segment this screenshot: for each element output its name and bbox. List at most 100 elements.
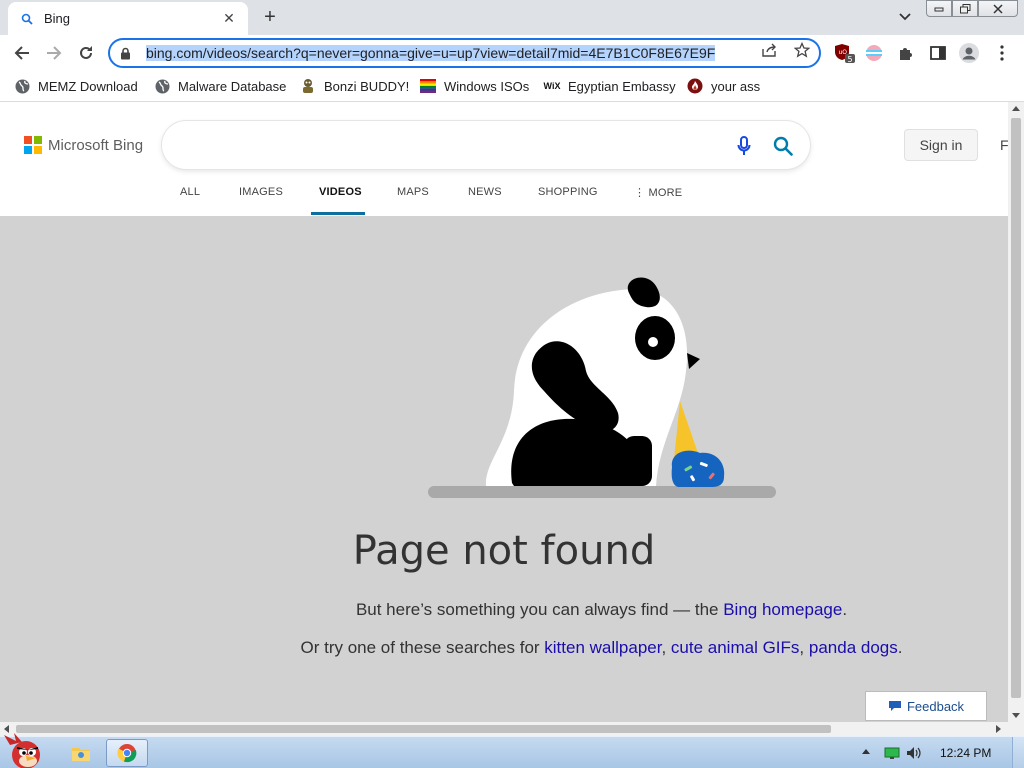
tab-images[interactable]: IMAGES (239, 186, 283, 198)
tab-all[interactable]: ALL (180, 186, 200, 198)
scroll-right-arrow-icon[interactable] (996, 725, 1001, 733)
bookmark-bonzi-buddy[interactable]: Bonzi BUDDY! (300, 76, 409, 96)
browser-menu-icon[interactable] (991, 42, 1013, 64)
feedback-speech-icon (888, 701, 901, 711)
homepage-suggestion-text: But here’s something you can always find… (355, 600, 724, 619)
rainbow-flag-icon (420, 78, 436, 94)
bing-favicon-icon (20, 12, 34, 26)
bookmarks-bar: MEMZ Download Malware Database Bonzi BUD… (0, 71, 1024, 102)
vertical-scrollbar[interactable] (1008, 102, 1024, 722)
sad-panda-illustration (428, 277, 776, 498)
address-url-text: bing.com/videos/search?q=never=gonna=giv… (146, 45, 716, 61)
bookmark-label: Egyptian Embassy (568, 78, 676, 94)
scope-tabs: ALL IMAGES VIDEOS MAPS NEWS SHOPPING ⋮ M… (0, 180, 1008, 216)
vertical-scroll-thumb[interactable] (1011, 118, 1021, 698)
window-restore-button[interactable] (952, 0, 978, 17)
bookmark-label: your ass (711, 78, 761, 94)
bing-homepage-link[interactable]: Bing homepage (723, 600, 842, 619)
bing-logo[interactable]: Microsoft Bing (24, 136, 143, 154)
scroll-up-arrow-icon[interactable] (1012, 106, 1020, 111)
bookmark-windows-isos[interactable]: Windows ISOs (420, 76, 529, 96)
lock-icon[interactable] (120, 47, 134, 60)
tab-more-label: MORE (648, 187, 683, 199)
web-page: Microsoft Bing Sign in F ALL IMAGES VIDE… (0, 102, 1008, 722)
tab-news[interactable]: NEWS (468, 186, 502, 198)
tab-search-chevron-icon[interactable] (894, 8, 916, 26)
tray-expand-arrow-icon[interactable] (862, 749, 870, 754)
volume-tray-icon[interactable] (906, 746, 922, 760)
window-minimize-button[interactable] (926, 0, 952, 17)
logo-text: Microsoft Bing (48, 136, 144, 154)
bookmark-label: Bonzi BUDDY! (324, 78, 410, 94)
sign-in-button[interactable]: Sign in (904, 129, 978, 161)
search-input[interactable] (162, 121, 810, 169)
network-tray-icon[interactable] (884, 746, 900, 760)
tab-videos[interactable]: VIDEOS (319, 186, 362, 198)
new-tab-button[interactable]: + (258, 6, 282, 30)
suggestion-link-cute-animal-gifs[interactable]: cute animal GIFs (671, 638, 800, 657)
tab-title: Bing (44, 11, 71, 26)
suggestion-link-kitten-wallpaper[interactable]: kitten wallpaper (544, 638, 661, 657)
back-arrow-icon[interactable] (10, 41, 34, 65)
search-icon[interactable] (772, 135, 794, 157)
active-tab-indicator (311, 212, 365, 215)
pride-extension-icon[interactable] (863, 42, 885, 64)
address-bar[interactable]: bing.com/videos/search?q=never=gonna=giv… (108, 38, 821, 68)
bookmark-star-icon[interactable] (792, 40, 812, 60)
microphone-icon[interactable] (734, 135, 754, 157)
error-content: Page not found But here’s something you … (0, 216, 1008, 722)
start-button-angry-bird-icon[interactable] (2, 731, 50, 768)
bookmark-memz-download[interactable]: MEMZ Download (14, 76, 138, 96)
fire-icon (687, 78, 703, 94)
tab-maps[interactable]: MAPS (397, 186, 429, 198)
bonzi-icon (300, 78, 316, 94)
tab-strip: Bing ✕ + (0, 0, 1024, 35)
scroll-down-arrow-icon[interactable] (1012, 713, 1020, 718)
homepage-suggestion: But here’s something you can always find… (0, 600, 1008, 620)
search-suggestions-end: . (897, 638, 903, 657)
page-not-found-title: Page not found (352, 528, 656, 574)
suggestion-separator: , (661, 638, 671, 657)
ublock-extension-icon[interactable]: uO 5 (834, 42, 856, 64)
window-close-button[interactable] (978, 0, 1018, 17)
profile-avatar-icon[interactable] (958, 42, 980, 64)
suggestion-separator: , (799, 638, 809, 657)
tab-more[interactable]: ⋮ MORE (634, 186, 682, 199)
reload-icon[interactable] (74, 41, 98, 65)
tab-shopping[interactable]: SHOPPING (538, 186, 598, 198)
share-icon[interactable] (760, 40, 780, 60)
bookmark-label: Malware Database (178, 78, 287, 94)
search-suggestions-text: Or try one of these searches for (300, 638, 545, 657)
bookmark-egyptian-embassy[interactable]: WiX Egyptian Embassy (544, 76, 676, 96)
taskbar-explorer-folder-icon[interactable] (60, 739, 102, 767)
taskbar-clock[interactable]: 12:24 PM (940, 746, 991, 760)
homepage-suggestion-end: . (842, 600, 848, 619)
bookmark-label: MEMZ Download (38, 78, 138, 94)
suggestion-link-panda-dogs[interactable]: panda dogs (809, 638, 898, 657)
bookmark-your-ass[interactable]: your ass (687, 76, 760, 96)
extensions-puzzle-icon[interactable] (895, 42, 917, 64)
feedback-button[interactable]: Feedback (865, 691, 987, 721)
globe-icon (14, 78, 30, 94)
browser-toolbar: bing.com/videos/search?q=never=gonna=giv… (0, 35, 1024, 71)
feedback-label: Feedback (906, 698, 965, 714)
tab-bing[interactable]: Bing ✕ (8, 2, 248, 35)
header-overflow-text: F (1000, 137, 1008, 153)
side-panel-icon[interactable] (927, 42, 949, 64)
forward-arrow-icon[interactable] (42, 41, 66, 65)
search-suggestions: Or try one of these searches for kitten … (0, 638, 1008, 658)
address-url[interactable]: bing.com/videos/search?q=never=gonna=giv… (146, 45, 758, 61)
bookmark-malware-database[interactable]: Malware Database (154, 76, 286, 96)
microsoft-logo-icon (24, 136, 42, 154)
taskbar-chrome-icon[interactable] (106, 739, 148, 767)
horizontal-scrollbar[interactable] (0, 722, 1024, 736)
show-desktop-button[interactable] (1012, 737, 1024, 768)
wix-icon: WiX (543, 81, 561, 91)
more-dots-icon: ⋮ (634, 187, 649, 199)
horizontal-scroll-thumb[interactable] (16, 725, 831, 733)
bing-header: Microsoft Bing Sign in F ALL IMAGES VIDE… (0, 102, 1008, 216)
taskbar: 12:24 PM (0, 733, 1024, 768)
svg-text:5: 5 (848, 55, 853, 64)
tab-close-icon[interactable]: ✕ (220, 10, 238, 27)
globe-icon (154, 78, 170, 94)
